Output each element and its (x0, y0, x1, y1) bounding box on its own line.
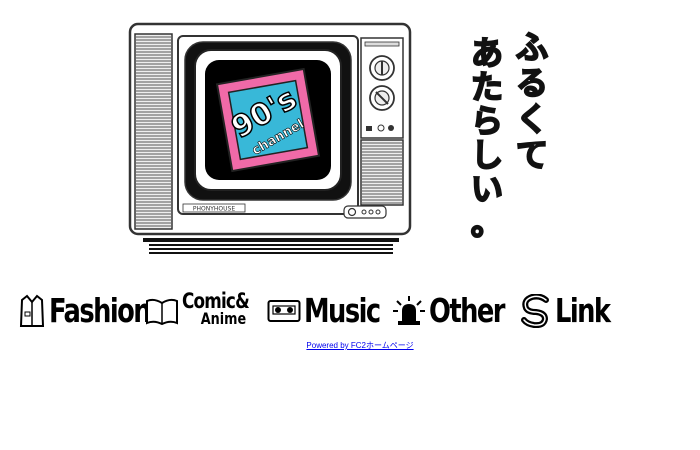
retro-tv-illustration: 90's channel PHONYHOUSE (128, 22, 412, 254)
tagline-column-right: ふるくて (516, 28, 548, 174)
nav-comic-anime[interactable]: Comic& Anime (145, 288, 266, 328)
nav-fashion-label: Fashion (49, 291, 152, 330)
nav-other-label: Other (429, 291, 505, 330)
shirt-icon (18, 294, 46, 328)
tagline-vertical-text: ふるくて あたらしい。 (470, 27, 549, 243)
cassette-tape-icon (267, 294, 301, 328)
tagline-column-left: あたらしい。 (471, 34, 503, 242)
nav-link[interactable]: Link (520, 288, 625, 328)
s-link-icon (520, 294, 552, 328)
nav-music[interactable]: Music (267, 288, 401, 328)
channel-logo: 90's channel (215, 67, 321, 173)
powered-by-link[interactable]: Powered by FC2ホームページ (306, 341, 413, 350)
footer: Powered by FC2ホームページ (0, 340, 700, 351)
nav-music-label: Music (304, 291, 381, 330)
tv-brand-plate: PHONYHOUSE (193, 206, 235, 213)
nav-anime-label: Anime (200, 309, 247, 328)
nav-link-label: Link (555, 291, 611, 330)
nav-comic-label: Comic& (182, 289, 250, 313)
nav-other[interactable]: Other (392, 288, 525, 328)
open-book-icon (145, 294, 179, 328)
siren-light-icon (392, 294, 426, 328)
